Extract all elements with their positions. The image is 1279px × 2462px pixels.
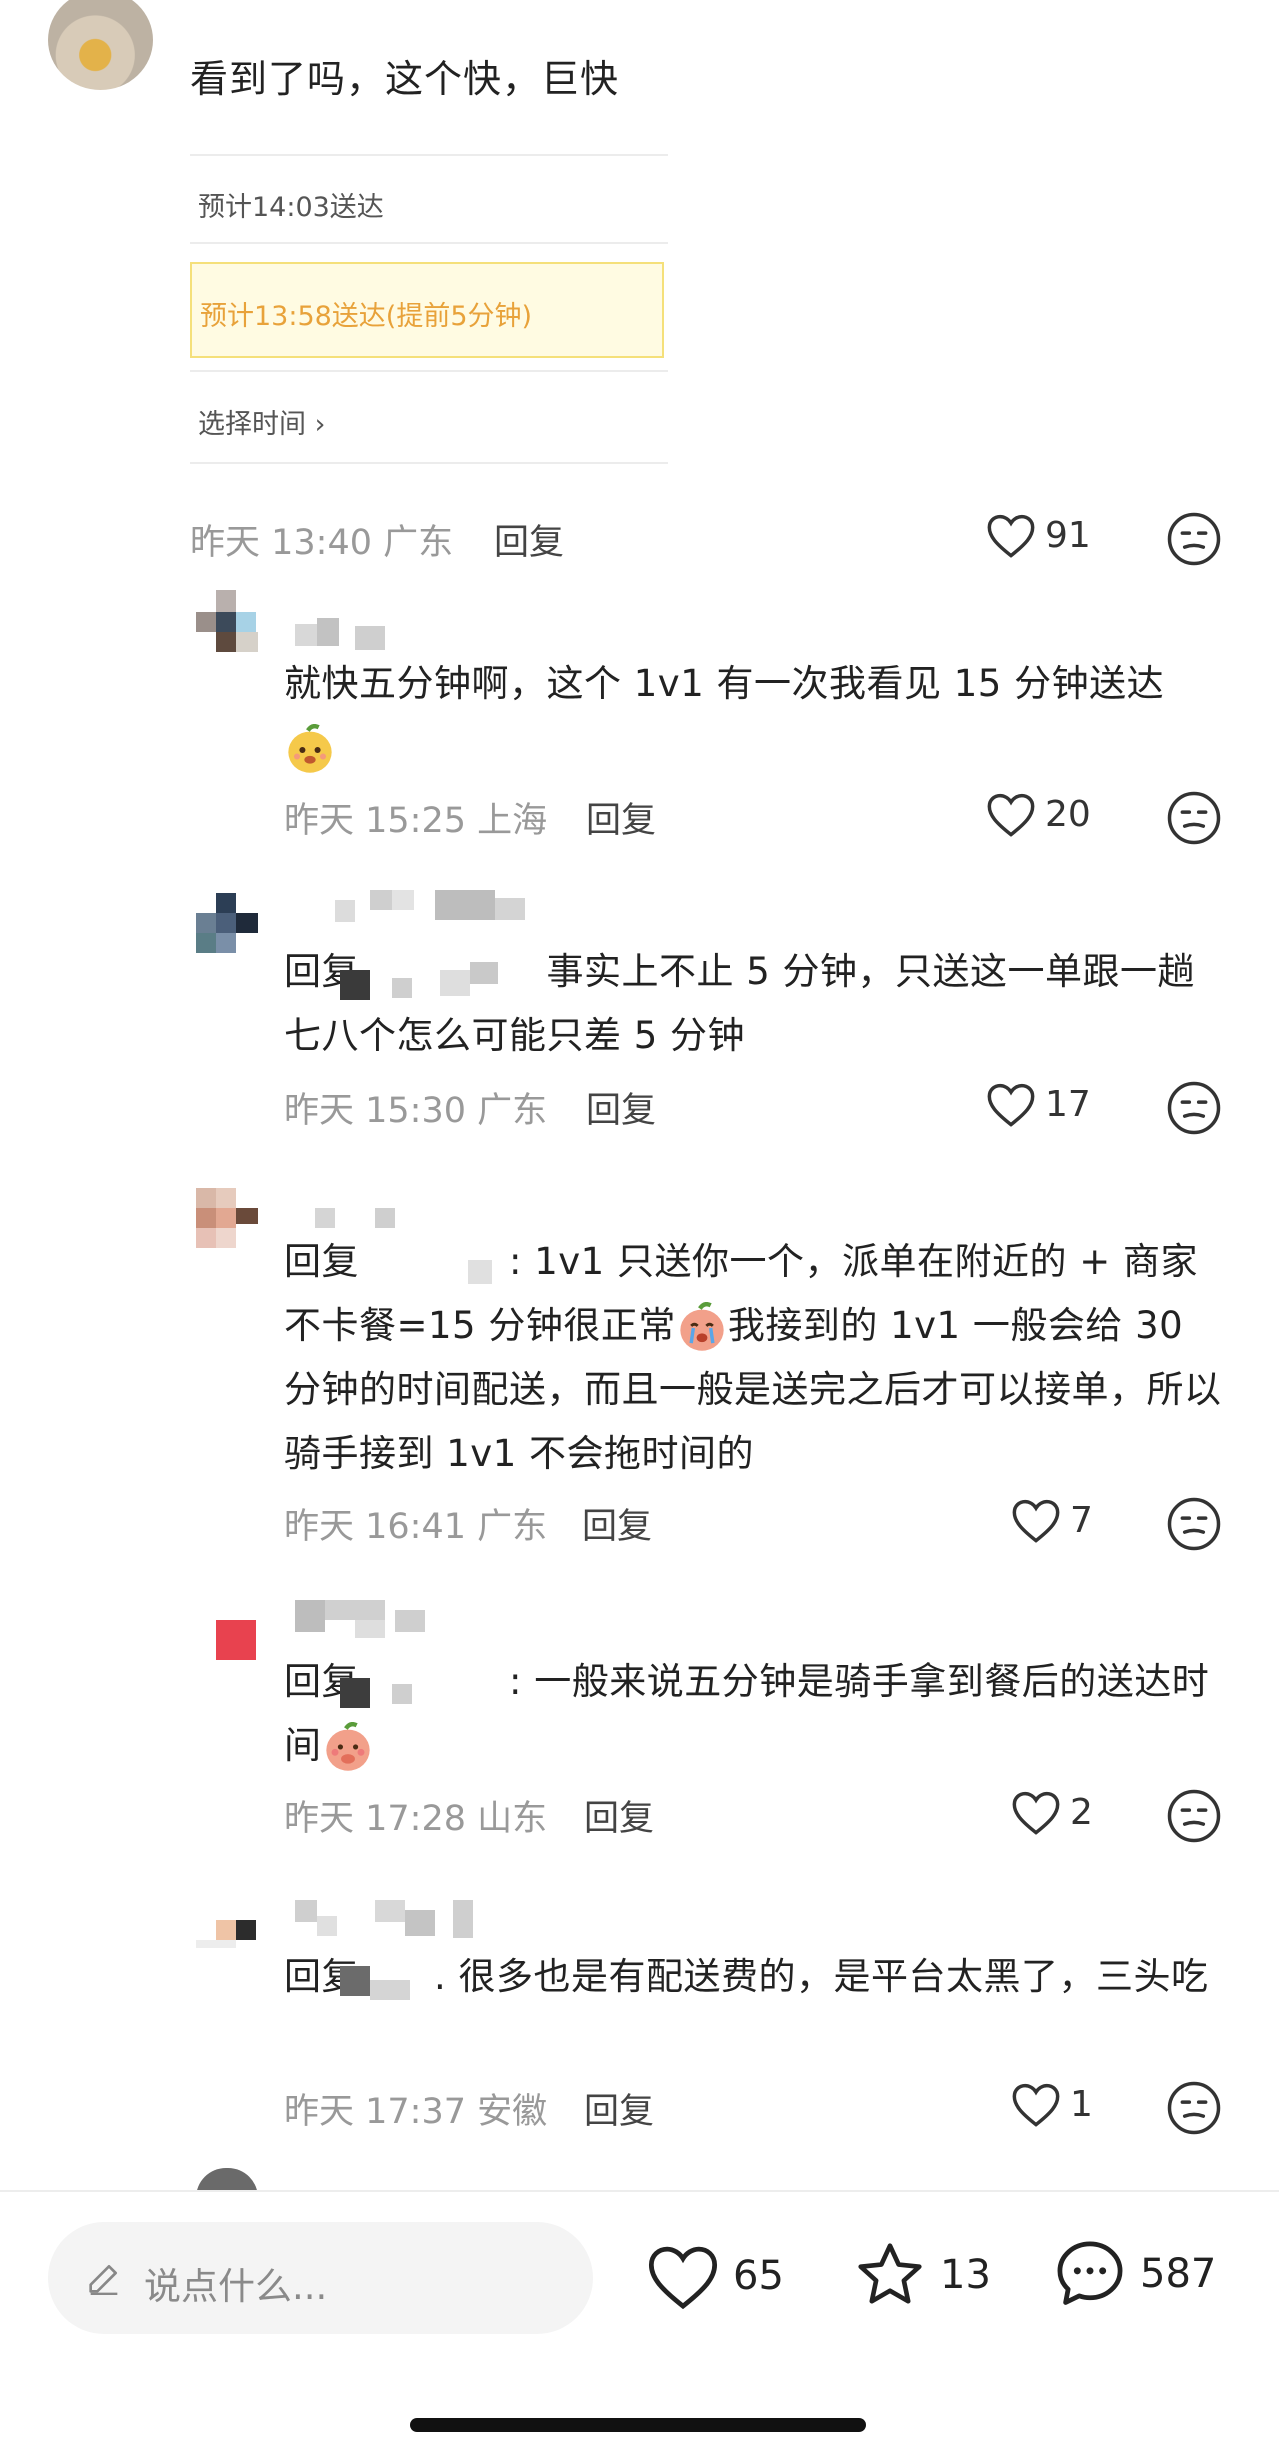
favorite-action[interactable]: 13 bbox=[852, 2238, 991, 2312]
comment-input[interactable]: 说点什么... bbox=[48, 2222, 593, 2334]
comment-reply-button[interactable]: 回复 bbox=[584, 1790, 654, 1841]
heart-icon bbox=[987, 793, 1035, 837]
comment-action[interactable]: 587 bbox=[1052, 2236, 1216, 2312]
home-indicator[interactable] bbox=[410, 2418, 866, 2432]
card-divider bbox=[190, 154, 668, 156]
comment-like-count: 2 bbox=[1070, 1791, 1093, 1833]
card-divider bbox=[190, 242, 668, 244]
commenter-avatar[interactable] bbox=[196, 893, 258, 953]
dislike-face-icon[interactable] bbox=[1166, 790, 1222, 846]
username-blurred[interactable] bbox=[295, 1900, 485, 1940]
dislike-face-icon[interactable] bbox=[1166, 1788, 1222, 1844]
post-text: 看到了吗，这个快，巨快 bbox=[190, 57, 620, 101]
favorite-total: 13 bbox=[940, 2252, 991, 2298]
username-blurred[interactable] bbox=[315, 1200, 395, 1230]
post-author-avatar[interactable] bbox=[48, 0, 153, 90]
heart-icon bbox=[648, 2246, 718, 2310]
comment-meta: 昨天 17:28 山东 bbox=[284, 1799, 548, 1839]
delivery-option-highlighted: 预计13:58送达(提前5分钟) bbox=[190, 262, 664, 358]
comment-reply-button[interactable]: 回复 bbox=[584, 2083, 654, 2134]
delivery-option-1358-label: 预计13:58送达(提前5分钟) bbox=[200, 301, 533, 332]
dislike-face-icon[interactable] bbox=[1166, 2080, 1222, 2136]
mango-face-emoji bbox=[288, 723, 332, 773]
dislike-face-icon[interactable] bbox=[1166, 511, 1222, 567]
comment-like-count: 1 bbox=[1070, 2083, 1093, 2125]
dislike-face-icon[interactable] bbox=[1166, 1080, 1222, 1136]
username-blurred[interactable] bbox=[295, 618, 390, 650]
comment-meta: 昨天 17:37 安徽 bbox=[284, 2092, 548, 2132]
comment-reply-button[interactable]: 回复 bbox=[586, 1082, 656, 1133]
star-icon bbox=[858, 2243, 922, 2304]
post-meta: 昨天 13:40 广东 bbox=[190, 523, 454, 563]
comment-text: 就快五分钟啊，这个 1v1 有一次我看见 15 分钟送达 bbox=[284, 652, 1224, 780]
commenter-avatar[interactable] bbox=[196, 1188, 276, 1250]
comment-meta: 昨天 15:25 上海 bbox=[284, 801, 548, 841]
chat-bubble-icon bbox=[1057, 2241, 1123, 2305]
heart-icon bbox=[1012, 1499, 1060, 1543]
mention-blurred bbox=[340, 1966, 430, 2002]
mention-blurred bbox=[340, 1670, 490, 1708]
comment-like-button[interactable]: 7 bbox=[1010, 1496, 1093, 1544]
heart-icon bbox=[987, 514, 1035, 558]
chevron-right-icon: › bbox=[314, 409, 326, 440]
comment-like-button[interactable]: 20 bbox=[985, 790, 1091, 838]
heart-icon bbox=[1012, 2083, 1060, 2127]
comment-reply-button[interactable]: 回复 bbox=[586, 792, 656, 843]
mention-blurred bbox=[378, 1246, 498, 1286]
username-blurred[interactable] bbox=[335, 890, 540, 926]
post-like-total: 65 bbox=[733, 2253, 784, 2299]
post-like-count: 91 bbox=[1045, 514, 1091, 556]
comment-like-count: 7 bbox=[1070, 1499, 1093, 1541]
comment-meta: 昨天 15:30 广东 bbox=[284, 1091, 548, 1131]
choose-time-option: 选择时间 › bbox=[198, 409, 326, 440]
heart-icon bbox=[1012, 1791, 1060, 1835]
delivery-option-1403: 预计14:03送达 bbox=[198, 192, 384, 223]
commenter-avatar[interactable] bbox=[216, 1620, 256, 1660]
heart-icon bbox=[987, 1083, 1035, 1127]
post-like-action[interactable]: 65 bbox=[645, 2240, 784, 2312]
comment-like-count: 17 bbox=[1045, 1083, 1091, 1125]
comment-like-button[interactable]: 2 bbox=[1010, 1788, 1093, 1836]
comment-like-count: 20 bbox=[1045, 793, 1091, 835]
comment-meta: 昨天 16:41 广东 bbox=[284, 1507, 548, 1547]
comment-input-placeholder: 说点什么... bbox=[144, 2265, 328, 2308]
username-blurred[interactable] bbox=[295, 1600, 510, 1640]
commenter-avatar[interactable] bbox=[196, 1920, 258, 1960]
comment-like-button[interactable]: 1 bbox=[1010, 2080, 1093, 2128]
commenter-avatar[interactable] bbox=[196, 590, 258, 652]
mention-blurred bbox=[340, 962, 510, 1002]
comment-reply-button[interactable]: 回复 bbox=[582, 1498, 652, 1549]
crying-face-emoji bbox=[680, 1301, 724, 1351]
post-reply-button[interactable]: 回复 bbox=[494, 514, 564, 565]
card-divider bbox=[190, 370, 668, 372]
comment-like-button[interactable]: 17 bbox=[985, 1080, 1091, 1128]
comment-text: 回复 事实上不止 5 分钟，只送这一单跟一趟七八个怎么可能只差 5 分钟 bbox=[284, 950, 1196, 1057]
dislike-face-icon[interactable] bbox=[1166, 1496, 1222, 1552]
comment-total: 587 bbox=[1140, 2251, 1217, 2297]
card-divider bbox=[190, 462, 668, 464]
shy-face-emoji bbox=[325, 1721, 370, 1771]
post-like-button[interactable]: 91 bbox=[985, 511, 1091, 559]
pencil-icon bbox=[89, 2265, 118, 2295]
